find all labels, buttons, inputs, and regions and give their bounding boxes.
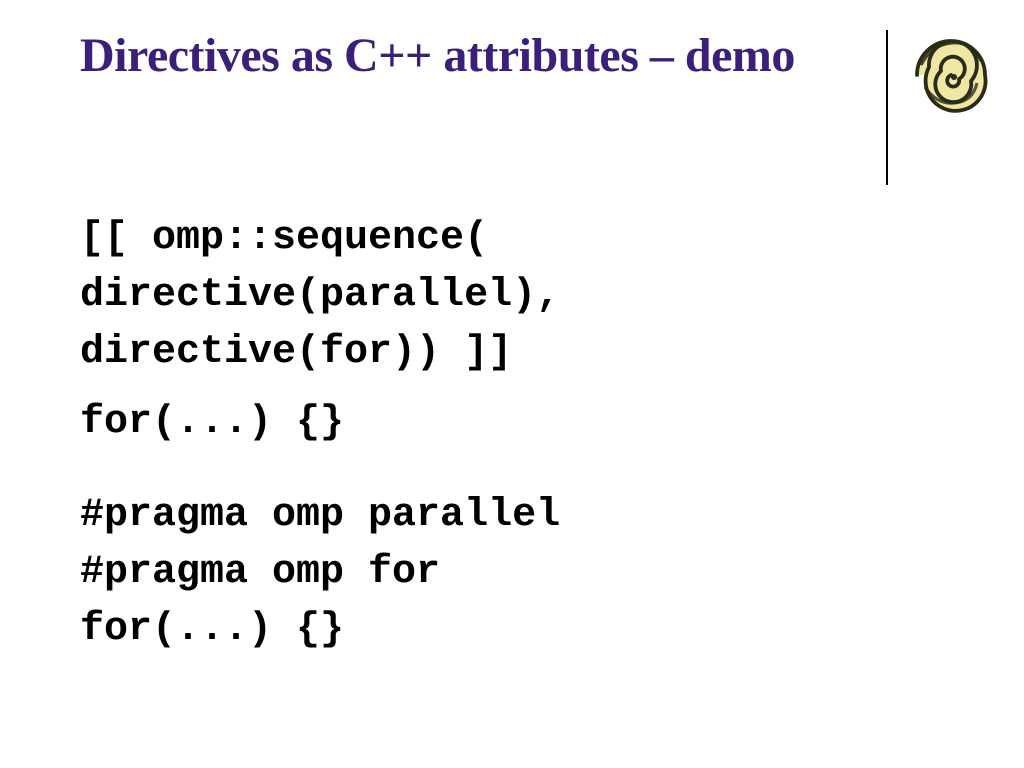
title-row: Directives as C++ attributes – demo [80,28,944,185]
code-line: #pragma omp parallel [80,490,944,543]
code-line: #pragma omp for [80,547,944,600]
slide-title: Directives as C++ attributes – demo [80,28,880,85]
snail-shell-icon [906,30,996,125]
code-line: for(...) {} [80,604,944,657]
code-line: directive(parallel), [80,270,944,323]
slide-container: Directives as C++ attributes – demo [[ o… [0,0,1024,768]
code-block-2: #pragma omp parallel #pragma omp for for… [80,490,944,656]
code-line: directive(for)) ]] [80,327,944,380]
code-line: for(...) {} [80,397,944,450]
code-line: [[ omp::sequence( [80,213,944,266]
code-block-1: [[ omp::sequence( directive(parallel), d… [80,213,944,450]
vertical-divider [886,30,888,185]
